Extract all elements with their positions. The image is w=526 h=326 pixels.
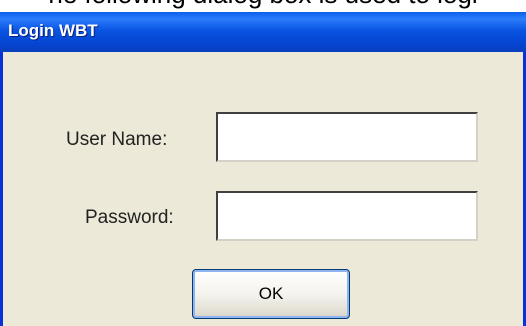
page: he following dialog box is used to logi … — [0, 0, 526, 326]
password-field[interactable] — [216, 191, 478, 241]
ok-button[interactable]: OK — [192, 269, 350, 319]
window-title: Login WBT — [8, 21, 98, 40]
dialog-body: User Name: Password: OK — [3, 52, 523, 326]
username-field[interactable] — [216, 112, 478, 162]
document-caption-text: he following dialog box is used to logi — [0, 0, 526, 10]
password-label: Password: — [85, 207, 174, 228]
title-bar[interactable]: Login WBT — [0, 12, 526, 52]
username-label: User Name: — [66, 129, 168, 150]
login-dialog: Login WBT User Name: Password: OK — [0, 12, 526, 326]
